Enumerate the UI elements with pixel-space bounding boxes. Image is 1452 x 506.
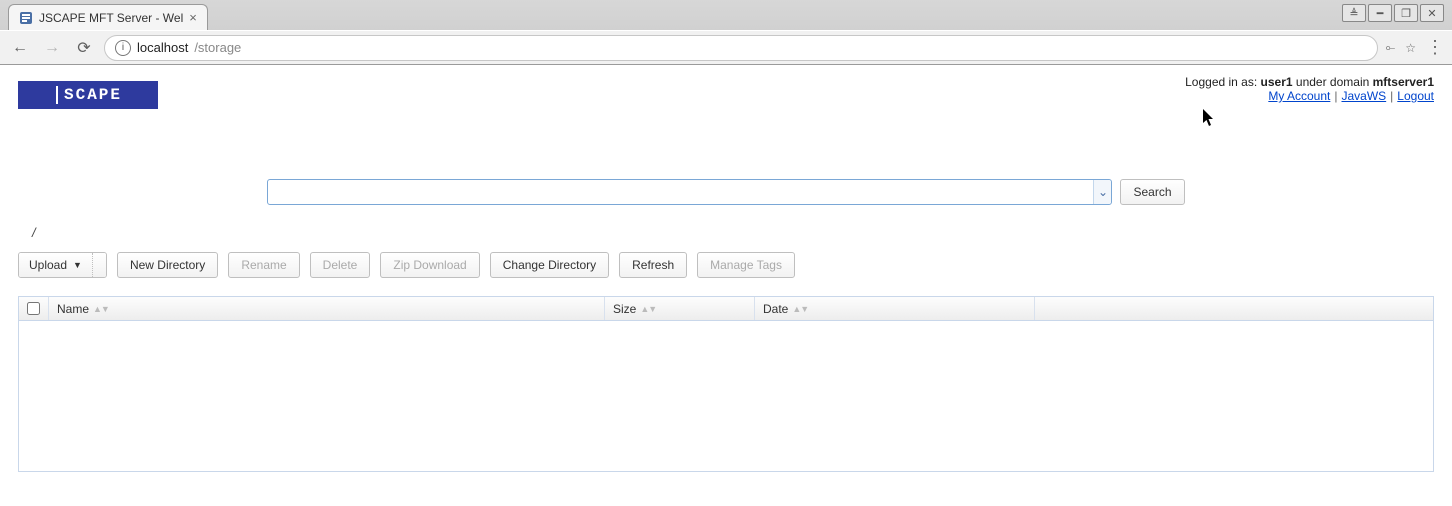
logo-text: SCAPE bbox=[64, 86, 122, 104]
account-block: Logged in as: user1 under domain mftserv… bbox=[1185, 75, 1434, 103]
url-host: localhost bbox=[137, 40, 188, 55]
tab-close-icon[interactable]: × bbox=[189, 10, 197, 25]
window-controls: ≜ ━ ❐ ✕ bbox=[1342, 4, 1444, 22]
column-spacer bbox=[1035, 297, 1433, 320]
toolbar: Upload ▼ New Directory Rename Delete Zip… bbox=[18, 252, 1434, 278]
sort-icon: ▲▼ bbox=[640, 304, 656, 314]
column-name[interactable]: Name ▲▼ bbox=[49, 297, 605, 320]
browser-menu-icon[interactable]: ⋮ bbox=[1426, 37, 1444, 58]
back-button[interactable]: ← bbox=[8, 36, 32, 60]
addr-right-icons: ⟜ ☆ ⋮ bbox=[1386, 37, 1444, 58]
new-directory-button[interactable]: New Directory bbox=[117, 252, 218, 278]
window-user-icon[interactable]: ≜ bbox=[1342, 4, 1366, 22]
column-name-label: Name bbox=[57, 302, 89, 316]
zip-download-button[interactable]: Zip Download bbox=[380, 252, 479, 278]
tab-strip: JSCAPE MFT Server - Wel × ≜ ━ ❐ ✕ bbox=[0, 0, 1452, 30]
forward-button[interactable]: → bbox=[40, 36, 64, 60]
mouse-cursor-icon bbox=[1202, 109, 1216, 132]
upload-split-button[interactable]: Upload ▼ bbox=[18, 252, 107, 278]
search-button[interactable]: Search bbox=[1120, 179, 1184, 205]
column-checkbox[interactable] bbox=[19, 297, 49, 320]
bookmark-star-icon[interactable]: ☆ bbox=[1405, 41, 1416, 55]
browser-tab[interactable]: JSCAPE MFT Server - Wel × bbox=[8, 4, 208, 30]
reload-button[interactable]: ⟳ bbox=[72, 36, 96, 60]
sort-icon: ▲▼ bbox=[93, 304, 109, 314]
jscape-logo: SCAPE bbox=[18, 81, 158, 109]
column-size[interactable]: Size ▲▼ bbox=[605, 297, 755, 320]
manage-tags-button[interactable]: Manage Tags bbox=[697, 252, 795, 278]
rename-button[interactable]: Rename bbox=[228, 252, 299, 278]
column-date[interactable]: Date ▲▼ bbox=[755, 297, 1035, 320]
search-combo: ⌄ bbox=[267, 179, 1112, 205]
page-content: SCAPE Logged in as: user1 under domain m… bbox=[0, 65, 1452, 488]
search-row: ⌄ Search bbox=[18, 179, 1434, 205]
refresh-button[interactable]: Refresh bbox=[619, 252, 687, 278]
upload-label: Upload bbox=[29, 258, 67, 272]
file-grid: Name ▲▼ Size ▲▼ Date ▲▼ bbox=[18, 296, 1434, 472]
breadcrumb: / bbox=[32, 225, 1434, 240]
logged-in-user: user1 bbox=[1261, 75, 1293, 89]
search-input[interactable] bbox=[268, 180, 1093, 204]
select-all-checkbox[interactable] bbox=[27, 302, 40, 315]
my-account-link[interactable]: My Account bbox=[1268, 89, 1330, 103]
column-date-label: Date bbox=[763, 302, 788, 316]
column-size-label: Size bbox=[613, 302, 636, 316]
browser-chrome: JSCAPE MFT Server - Wel × ≜ ━ ❐ ✕ ← → ⟳ … bbox=[0, 0, 1452, 65]
site-info-icon[interactable]: i bbox=[115, 40, 131, 56]
window-minimize-icon[interactable]: ━ bbox=[1368, 4, 1392, 22]
change-directory-button[interactable]: Change Directory bbox=[490, 252, 609, 278]
url-path: /storage bbox=[194, 40, 241, 55]
upload-button[interactable]: Upload ▼ bbox=[19, 253, 92, 277]
chevron-down-icon[interactable]: ⌄ bbox=[1093, 180, 1111, 204]
grid-body bbox=[19, 321, 1433, 471]
window-close-icon[interactable]: ✕ bbox=[1420, 4, 1444, 22]
tab-title: JSCAPE MFT Server - Wel bbox=[39, 11, 183, 25]
sort-icon: ▲▼ bbox=[792, 304, 808, 314]
domain-prefix: under domain bbox=[1293, 75, 1373, 89]
url-box[interactable]: i localhost/storage bbox=[104, 35, 1378, 61]
window-maximize-icon[interactable]: ❐ bbox=[1394, 4, 1418, 22]
upload-dropdown-trigger[interactable] bbox=[92, 253, 106, 277]
caret-down-icon: ▼ bbox=[73, 260, 82, 270]
favicon-icon bbox=[19, 11, 33, 25]
logged-in-prefix: Logged in as: bbox=[1185, 75, 1260, 89]
password-key-icon[interactable]: ⟜ bbox=[1386, 40, 1396, 55]
logged-in-domain: mftserver1 bbox=[1373, 75, 1434, 89]
delete-button[interactable]: Delete bbox=[310, 252, 371, 278]
account-links: My Account|JavaWS|Logout bbox=[1185, 89, 1434, 103]
grid-header: Name ▲▼ Size ▲▼ Date ▲▼ bbox=[19, 297, 1433, 321]
logout-link[interactable]: Logout bbox=[1397, 89, 1434, 103]
address-bar: ← → ⟳ i localhost/storage ⟜ ☆ ⋮ bbox=[0, 30, 1452, 64]
javaws-link[interactable]: JavaWS bbox=[1341, 89, 1386, 103]
